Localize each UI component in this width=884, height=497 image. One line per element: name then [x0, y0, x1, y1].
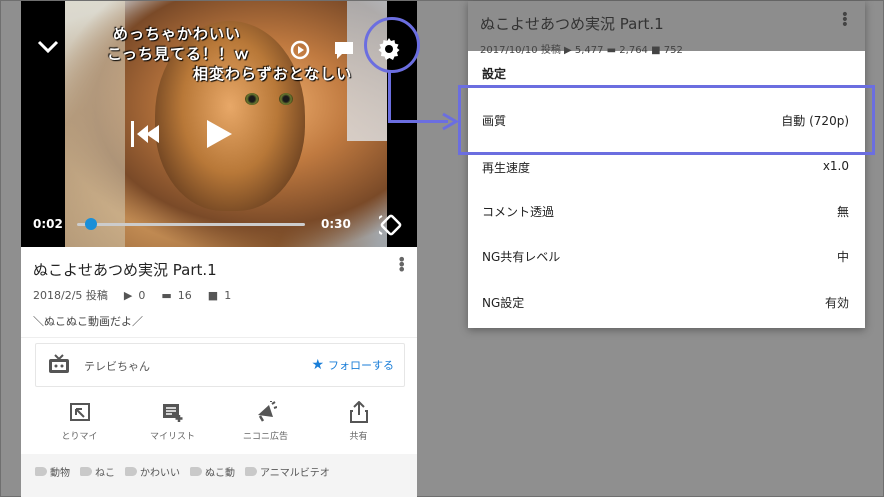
posted-date: 2018/2/5 投稿	[33, 289, 108, 302]
seek-handle[interactable]	[85, 218, 97, 230]
action-bar: とりマイ マイリスト ニコニ広告 共有	[33, 399, 405, 449]
tag-icon	[125, 467, 137, 476]
follow-label: フォローする	[328, 359, 394, 372]
mylist-icon	[162, 404, 182, 422]
danmaku-comment: こっち見てる！！ｗ	[107, 45, 250, 63]
tag-item[interactable]: ねこ	[80, 464, 115, 479]
mylist-count: 1	[224, 288, 232, 302]
mylist-button[interactable]: マイリスト	[126, 399, 219, 449]
more-menu-icon[interactable]: • • •	[397, 252, 406, 278]
setting-comment-opacity[interactable]: コメント透過 無	[468, 188, 865, 232]
quality-highlight-box	[458, 85, 875, 155]
more-menu-icon: • • •	[840, 7, 849, 33]
star-icon: ★	[311, 357, 324, 373]
video-description: ＼ぬこぬこ動画だよ／	[33, 315, 143, 328]
connector-line	[388, 120, 448, 123]
tag-item[interactable]: アニマルビテオ	[245, 464, 330, 479]
chevron-down-icon[interactable]	[37, 39, 59, 58]
danmaku-comment: めっちゃかわいい	[113, 25, 242, 43]
tag-item[interactable]: ぬこ動	[190, 464, 235, 479]
tag-list: 動物 ねこ かわいい ぬこ動 アニマルビテオ	[21, 454, 417, 497]
comment-count: 16	[177, 288, 192, 302]
views-icon: ▶	[123, 288, 133, 302]
video-player[interactable]: めっちゃかわいい こっち見てる！！ｗ 相変わらずおとなしい 0:02 0:30	[21, 1, 417, 247]
tv-channel-icon	[49, 354, 69, 373]
settings-screen: ぬこよせあつめ実況 Part.1 • • • 2017/10/10 投稿 ▶ 5,4…	[468, 1, 865, 328]
danmaku-comment: 相変わらずおとなしい	[193, 65, 353, 83]
comment-toggle-icon[interactable]	[333, 39, 355, 65]
loop-play-icon[interactable]	[289, 39, 311, 65]
tori-my-button[interactable]: とりマイ	[33, 399, 126, 449]
follow-button[interactable]: ★ フォローする	[311, 357, 394, 373]
nicoad-icon	[257, 401, 277, 422]
setting-ng-share-level[interactable]: NG共有レベル 中	[468, 233, 865, 277]
share-button[interactable]: 共有	[312, 399, 405, 449]
channel-card[interactable]: テレビちゃん ★ フォローする	[35, 343, 405, 387]
play-icon[interactable]	[205, 119, 233, 153]
arrow-head-icon	[442, 112, 459, 131]
tag-icon	[245, 467, 257, 476]
video-title: ぬこよせあつめ実況 Part.1	[33, 261, 217, 279]
seek-bar[interactable]	[77, 223, 305, 226]
tag-item[interactable]: かわいい	[125, 464, 180, 479]
gear-highlight-circle	[364, 17, 420, 73]
mylist-count-icon: ■	[207, 288, 219, 302]
tag-icon	[190, 467, 202, 476]
dimmed-title: ぬこよせあつめ実況 Part.1	[480, 15, 664, 33]
cat-eye	[245, 93, 259, 105]
nicoad-button[interactable]: ニコニ広告	[219, 399, 312, 449]
cat-eye	[279, 93, 293, 105]
video-meta: 2018/2/5 投稿 ▶ 0 ▬ 16 ■ 1	[33, 287, 231, 303]
video-watch-screen: めっちゃかわいい こっち見てる！！ｗ 相変わらずおとなしい 0:02 0:30 …	[21, 1, 417, 497]
stage: めっちゃかわいい こっち見てる！！ｗ 相変わらずおとなしい 0:02 0:30 …	[0, 0, 884, 497]
skip-back-icon[interactable]	[131, 121, 161, 151]
tag-item[interactable]: 動物	[35, 464, 70, 479]
rotate-icon[interactable]	[375, 213, 403, 241]
duration: 0:30	[321, 217, 351, 231]
tag-icon	[80, 467, 92, 476]
dimmed-meta: 2017/10/10 投稿 ▶ 5,477 ▬ 2,764 ■ 752	[480, 45, 683, 56]
settings-heading: 設定	[482, 67, 507, 81]
tori-my-icon	[69, 403, 90, 421]
connector-line	[388, 71, 391, 123]
comment-count-icon: ▬	[161, 288, 172, 302]
channel-name: テレビちゃん	[84, 360, 150, 373]
dimmed-header: ぬこよせあつめ実況 Part.1 • • • 2017/10/10 投稿 ▶ 5,4…	[468, 1, 865, 56]
setting-ng[interactable]: NG設定 有効	[468, 279, 865, 323]
current-time: 0:02	[33, 217, 63, 231]
share-icon	[349, 401, 368, 423]
tag-icon	[35, 467, 47, 476]
view-count: 0	[138, 288, 146, 302]
